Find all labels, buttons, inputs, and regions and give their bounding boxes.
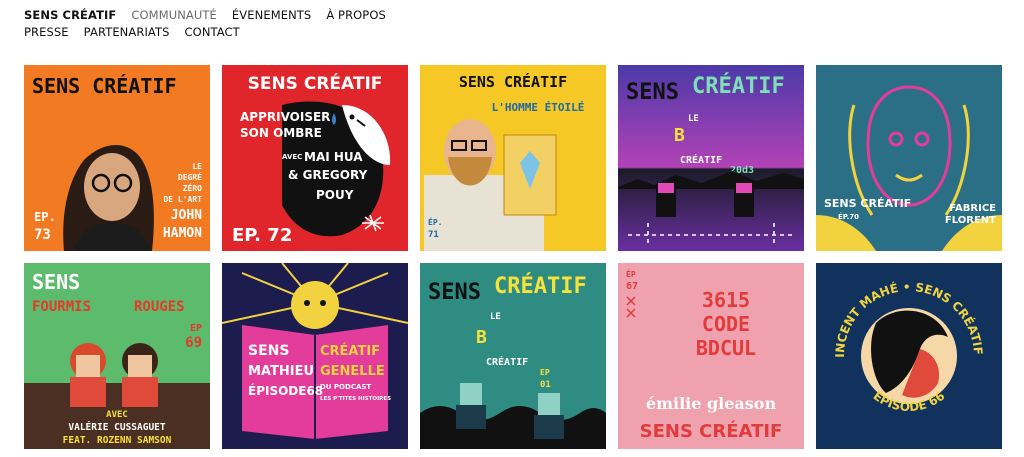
episode-cover-73: SENS CRÉATIF LE DEGRÉ ZÉRO DE L'ART JOHN… <box>24 65 210 251</box>
episode-tile-70[interactable]: SENS CRÉATIF ÉP.70 FABRICE FLORENT <box>816 65 1002 251</box>
svg-text:B: B <box>674 125 685 146</box>
episode-cover-68: SENS MATHIEU ÉPISODE68 CRÉATIF GENELLE D… <box>222 263 408 449</box>
svg-text:01: 01 <box>540 380 551 390</box>
svg-text:MAI HUA: MAI HUA <box>304 150 363 164</box>
svg-text:DE L'ART: DE L'ART <box>163 195 202 204</box>
svg-text:ZÉRO: ZÉRO <box>183 182 202 193</box>
nav-link-presse[interactable]: PRESSE <box>24 25 69 39</box>
svg-text:DU PODCAST: DU PODCAST <box>320 383 371 391</box>
svg-text:LE: LE <box>490 312 501 322</box>
cover-subtitle: L'HOMME ÉTOILÉ <box>492 101 585 114</box>
svg-text:3615: 3615 <box>702 288 750 312</box>
cover-title: SENS CRÉATIF <box>459 72 567 91</box>
sun-face-icon <box>291 281 339 329</box>
nav-link-evenements[interactable]: ÉVENEMENTS <box>232 8 311 22</box>
episode-grid: SENS CRÉATIF LE DEGRÉ ZÉRO DE L'ART JOHN… <box>24 65 1002 449</box>
nav-link-contact[interactable]: CONTACT <box>185 25 240 39</box>
episode-cover-72: SENS CRÉATIF APPRIVOISER SON OMBRE AVEC … <box>222 65 408 251</box>
svg-text:émilie gleason: émilie gleason <box>646 394 777 413</box>
svg-text:POUY: POUY <box>316 188 354 202</box>
episode-tile-71[interactable]: SENS CRÉATIF L'HOMME ÉTOILÉ ÉP. 71 <box>420 65 606 251</box>
svg-text:EP: EP <box>190 323 202 334</box>
episode-tile-67[interactable]: ÉP 67 3615 CODE BDCUL émilie gleason SEN… <box>618 263 804 449</box>
svg-text:EP: EP <box>540 368 550 377</box>
svg-text:BDCUL: BDCUL <box>696 336 756 360</box>
svg-text:APPRIVOISER: APPRIVOISER <box>240 110 330 124</box>
svg-text:SON OMBRE: SON OMBRE <box>240 126 322 140</box>
svg-text:& GREGORY: & GREGORY <box>288 168 368 182</box>
cover-title-a: SENS <box>626 80 679 105</box>
nav-brand-link[interactable]: SENS CRÉATIF <box>24 8 116 22</box>
episode-cover-20d3: SENS CRÉATIF LE B CRÉATIF 20d3 <box>618 65 804 251</box>
episode-tile-b-ep01[interactable]: SENS CRÉATIF LE B CRÉATIF EP 01 <box>420 263 606 449</box>
cover-title-a: SENS <box>428 280 481 305</box>
episode-cover-66: VINCENT MAHÉ • SENS CRÉATIF • ÉPISODE 66 <box>816 263 1002 449</box>
episode-cover-70: SENS CRÉATIF ÉP.70 FABRICE FLORENT <box>816 65 1002 251</box>
svg-text:73: 73 <box>34 227 51 243</box>
svg-text:CRÉATIF: CRÉATIF <box>680 153 722 166</box>
svg-text:CRÉATIF: CRÉATIF <box>486 355 528 368</box>
svg-text:LE: LE <box>192 162 202 171</box>
episode-cover-b-ep01: SENS CRÉATIF LE B CRÉATIF EP 01 <box>420 263 606 449</box>
svg-text:DEGRÉ: DEGRÉ <box>178 171 202 182</box>
cover-title: SENS CRÉATIF <box>248 72 383 94</box>
svg-text:ROUGES: ROUGES <box>134 299 185 315</box>
episode-tile-20d3[interactable]: SENS CRÉATIF LE B CRÉATIF 20d3 <box>618 65 804 251</box>
episode-tile-68[interactable]: SENS MATHIEU ÉPISODE68 CRÉATIF GENELLE D… <box>222 263 408 449</box>
svg-text:GENELLE: GENELLE <box>320 364 385 379</box>
cover-title: SENS CRÉATIF <box>824 197 911 210</box>
episode-tile-69[interactable]: SENS FOURMIS ROUGES EP 69 AVEC VALÉRIE C… <box>24 263 210 449</box>
svg-text:EP. 72: EP. 72 <box>232 225 292 246</box>
svg-text:67: 67 <box>626 281 638 292</box>
svg-text:FEAT. ROZENN SAMSON: FEAT. ROZENN SAMSON <box>63 435 172 446</box>
svg-text:MATHIEU: MATHIEU <box>248 364 314 379</box>
episode-tile-73[interactable]: SENS CRÉATIF LE DEGRÉ ZÉRO DE L'ART JOHN… <box>24 65 210 251</box>
nav-link-communaute[interactable]: COMMUNAUTÉ <box>131 8 217 22</box>
episode-cover-71: SENS CRÉATIF L'HOMME ÉTOILÉ ÉP. 71 <box>420 65 606 251</box>
svg-text:FABRICE: FABRICE <box>949 203 996 214</box>
svg-text:ÉP.: ÉP. <box>428 216 442 227</box>
main-navigation: SENS CRÉATIF COMMUNAUTÉ ÉVENEMENTS À PRO… <box>24 6 464 40</box>
guest-face-shape <box>84 153 140 221</box>
svg-text:LES P'TITES HISTOIRES: LES P'TITES HISTOIRES <box>320 396 391 402</box>
episode-cover-67: ÉP 67 3615 CODE BDCUL émilie gleason SEN… <box>618 263 804 449</box>
svg-text:CRÉATIF: CRÉATIF <box>320 343 380 359</box>
svg-text:69: 69 <box>185 335 202 351</box>
nav-link-partenariats[interactable]: PARTENARIATS <box>84 25 170 39</box>
svg-text:AVEC: AVEC <box>282 153 302 161</box>
episode-cover-69: SENS FOURMIS ROUGES EP 69 AVEC VALÉRIE C… <box>24 263 210 449</box>
cover-title: SENS CRÉATIF <box>640 420 783 442</box>
pixel-character-right <box>538 393 560 415</box>
nav-row-primary: SENS CRÉATIF COMMUNAUTÉ ÉVENEMENTS À PRO… <box>24 6 464 23</box>
svg-text:FLORENT: FLORENT <box>945 215 996 226</box>
svg-text:HAMON: HAMON <box>163 226 202 241</box>
guest-face-left <box>76 355 100 377</box>
cover-title-a: SENS <box>32 270 80 294</box>
svg-text:B: B <box>476 327 487 348</box>
episode-tile-72[interactable]: SENS CRÉATIF APPRIVOISER SON OMBRE AVEC … <box>222 65 408 251</box>
svg-text:ÉP.70: ÉP.70 <box>838 212 859 221</box>
svg-text:LE: LE <box>688 114 699 124</box>
cover-title: SENS CRÉATIF <box>32 74 177 98</box>
svg-text:VALÉRIE CUSSAGUET: VALÉRIE CUSSAGUET <box>68 421 166 433</box>
svg-text:JOHN: JOHN <box>171 208 202 223</box>
svg-text:ÉP: ÉP <box>626 268 636 279</box>
svg-text:FOURMIS: FOURMIS <box>32 299 91 315</box>
pixel-character-left <box>460 383 482 405</box>
svg-text:SENS: SENS <box>248 343 289 359</box>
nav-row-secondary: PRESSE PARTENARIATS CONTACT <box>24 23 464 40</box>
svg-text:CODE: CODE <box>702 312 750 336</box>
guest-face-right <box>128 355 152 377</box>
cover-title-b: CRÉATIF <box>494 273 587 299</box>
nav-link-a-propos[interactable]: À PROPOS <box>326 8 386 22</box>
svg-text:AVEC: AVEC <box>106 410 128 420</box>
cover-title-b: CRÉATIF <box>692 73 785 99</box>
svg-text:71: 71 <box>428 230 439 240</box>
episode-tile-66[interactable]: VINCENT MAHÉ • SENS CRÉATIF • ÉPISODE 66 <box>816 263 1002 449</box>
svg-text:ÉPISODE68: ÉPISODE68 <box>248 383 323 398</box>
svg-text:EP.: EP. <box>34 210 56 224</box>
